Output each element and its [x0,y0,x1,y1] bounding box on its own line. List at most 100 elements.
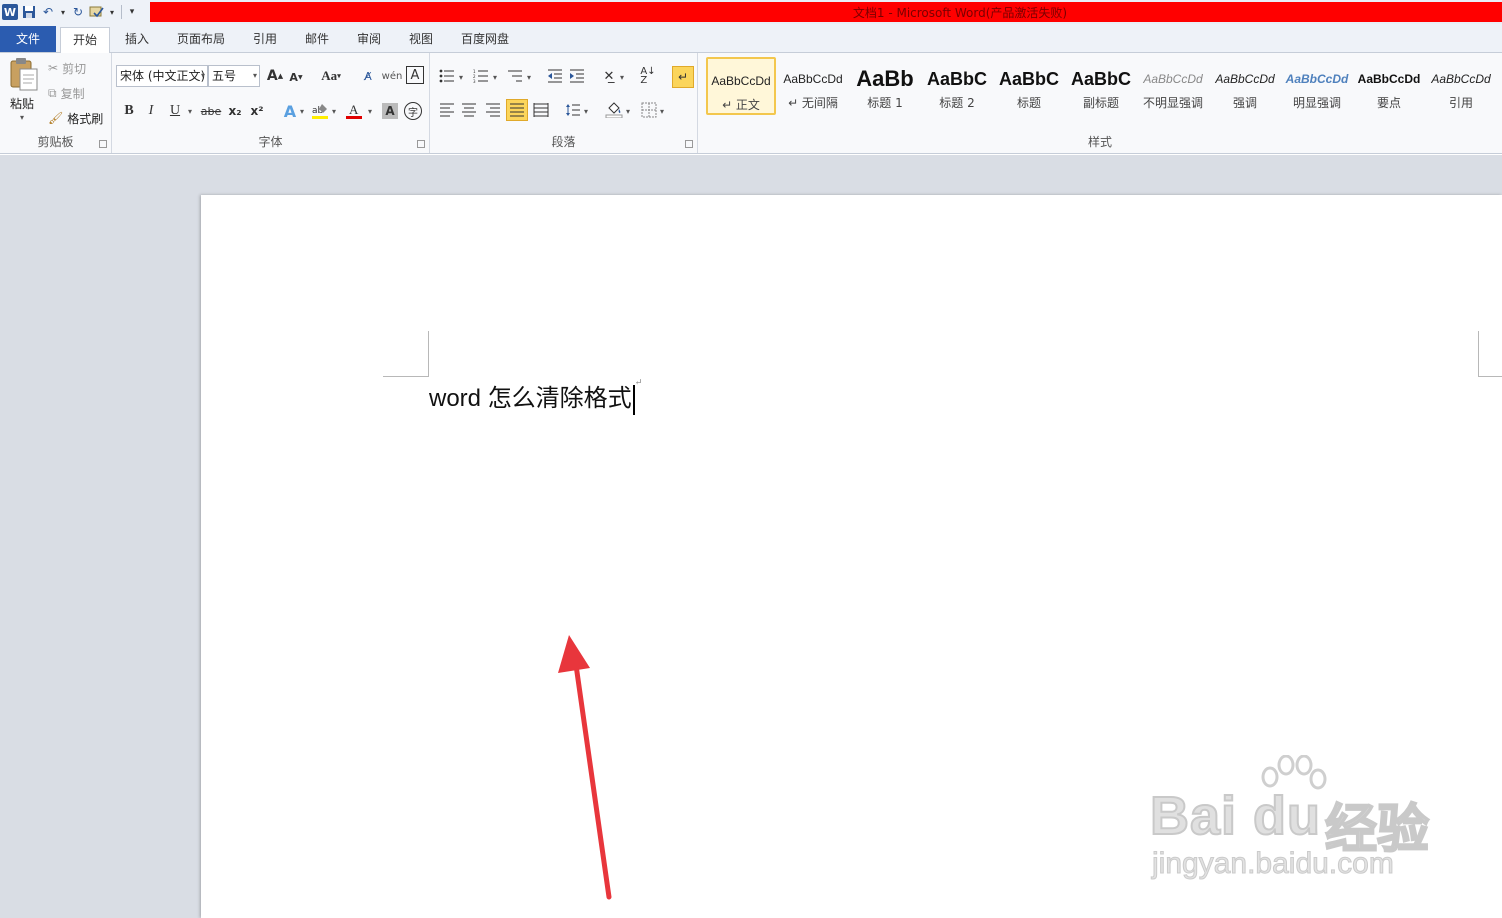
paste-icon[interactable] [8,57,40,93]
change-case-button[interactable]: Aa ▾ [318,67,344,85]
decrease-indent-button[interactable] [546,67,564,85]
style-item[interactable]: AaBbCcDd 要点 [1354,57,1424,115]
style-item[interactable]: AaBbC 标题 [994,57,1064,115]
underline-dropdown-icon[interactable]: ▾ [188,107,192,116]
style-item[interactable]: AaBbCcDd 强调 [1210,57,1280,115]
multilevel-list-button[interactable] [506,67,524,85]
tab-view[interactable]: 视图 [400,27,442,53]
tab-review[interactable]: 审阅 [348,27,390,53]
subscript-button[interactable]: x₂ [226,101,244,121]
text-effects-button[interactable]: A [280,101,300,121]
style-item[interactable]: AaBbCcDd 明显强调 [1282,57,1352,115]
phonetic-guide-button[interactable]: wén [382,66,403,86]
style-item[interactable]: AaBb 标题 1 [850,57,920,115]
copy-button[interactable]: ⧉ 复制 [48,83,85,103]
increase-indent-button[interactable] [568,67,586,85]
scissors-icon: ✂ [48,61,59,75]
multilevel-list-icon [508,70,522,82]
tab-page-layout[interactable]: 页面布局 [168,27,234,53]
style-name: 明显强调 [1292,96,1341,110]
tab-file[interactable]: 文件 [0,26,56,52]
superscript-button[interactable]: x² [248,101,266,121]
shading-button[interactable] [604,101,624,119]
ribbon-tabs: 文件 开始 插入 页面布局 引用 邮件 审阅 视图 百度网盘 [0,24,1502,54]
align-left-button[interactable] [438,101,456,119]
tab-baidu-netdisk[interactable]: 百度网盘 [452,27,518,53]
borders-button[interactable] [640,101,658,119]
style-name: 强调 [1232,96,1257,110]
sort-button[interactable]: A↓ Z [638,66,658,86]
align-center-button[interactable] [460,101,478,119]
line-spacing-button[interactable] [564,101,582,119]
qat-separator [121,5,122,19]
line-spacing-icon [566,104,580,116]
spellcheck-dropdown-icon[interactable]: ▾ [108,4,116,20]
italic-button[interactable]: I [142,101,160,121]
style-item[interactable]: AaBbCcDd ↵ 正文 [706,57,776,115]
clear-formatting-button[interactable]: A̸ [358,66,378,86]
highlight-button[interactable]: ab [310,101,330,121]
underline-button[interactable]: U [166,101,184,121]
tab-references[interactable]: 引用 [244,27,286,53]
cut-button[interactable]: ✂ 剪切 [48,58,86,78]
character-border-icon: A [410,67,420,83]
strikethrough-button[interactable]: abe [200,101,222,121]
paste-button[interactable]: 粘贴 [10,95,34,112]
line-spacing-dropdown-icon[interactable]: ▾ [584,107,588,116]
paragraph-dialog-launcher-icon[interactable] [685,140,693,148]
align-right-button[interactable] [484,101,502,119]
watermark-url: jingyan.baidu.com [1152,847,1395,881]
tab-home[interactable]: 开始 [60,27,110,54]
bold-button[interactable]: B [120,101,138,121]
word-icon[interactable]: W [2,4,18,20]
shading-dropdown-icon[interactable]: ▾ [626,107,630,116]
numbering-icon: 123 [473,69,488,83]
align-left-icon [440,103,454,117]
bullets-button[interactable] [438,67,456,85]
text-effects-dropdown-icon[interactable]: ▾ [300,107,304,116]
font-size-combo[interactable]: 五号 ▾ [208,65,260,87]
clipboard-dialog-launcher-icon[interactable] [99,140,107,148]
justify-button[interactable] [506,99,528,121]
highlight-dropdown-icon[interactable]: ▾ [332,107,336,116]
style-item[interactable]: AaBbCcDd ↵ 无间隔 [778,57,848,115]
bullets-dropdown-icon[interactable]: ▾ [459,73,463,82]
clipboard-group: 粘贴 ▾ ✂ 剪切 ⧉ 复制 🖌 格式刷 剪贴板 [0,53,112,153]
document-paragraph[interactable]: word 怎么清除格式↵ [429,378,642,415]
enclose-characters-button[interactable]: 字 [404,102,422,120]
character-shading-button[interactable]: A [382,103,398,119]
font-color-dropdown-icon[interactable]: ▾ [368,107,372,116]
spellcheck-icon[interactable] [89,4,105,20]
sort-icon: A↓ Z [640,66,656,86]
numbering-button[interactable]: 123 [472,67,490,85]
font-size-value: 五号 [212,69,237,83]
tab-mailings[interactable]: 邮件 [296,27,338,53]
font-color-button[interactable]: A [344,101,364,121]
undo-dropdown-icon[interactable]: ▾ [59,4,67,20]
format-painter-button[interactable]: 🖌 格式刷 [48,108,103,128]
grow-font-button[interactable]: A ▲ [266,67,284,85]
redo-icon[interactable]: ↻ [70,4,86,20]
multilevel-list-dropdown-icon[interactable]: ▾ [527,73,531,82]
customize-qat-icon[interactable]: ▾ [127,4,137,20]
tab-insert[interactable]: 插入 [116,27,158,53]
style-name: ↵ 正文 [722,98,760,112]
chinese-layout-button[interactable]: ✕̲ [598,67,620,85]
numbering-dropdown-icon[interactable]: ▾ [493,73,497,82]
save-icon[interactable] [21,4,37,20]
font-dialog-launcher-icon[interactable] [417,140,425,148]
paste-dropdown-icon[interactable]: ▾ [20,113,24,122]
shrink-font-button[interactable]: A ▼ [288,69,304,85]
show-hide-marks-button[interactable]: ↵ [672,66,694,88]
font-name-combo[interactable]: 宋体 (中文正文) ▾ [116,65,208,87]
undo-icon[interactable]: ↶ [40,4,56,20]
style-item[interactable]: AaBbC 副标题 [1066,57,1136,115]
chinese-layout-dropdown-icon[interactable]: ▾ [620,73,624,82]
style-item[interactable]: AaBbC 标题 2 [922,57,992,115]
style-item[interactable]: AaBbCcDd 不明显强调 [1138,57,1208,115]
style-name: 引用 [1448,96,1473,110]
character-border-button[interactable]: A [406,66,424,84]
borders-dropdown-icon[interactable]: ▾ [660,107,664,116]
style-item[interactable]: AaBbCcDd 引用 [1426,57,1496,115]
distributed-button[interactable] [532,101,550,119]
